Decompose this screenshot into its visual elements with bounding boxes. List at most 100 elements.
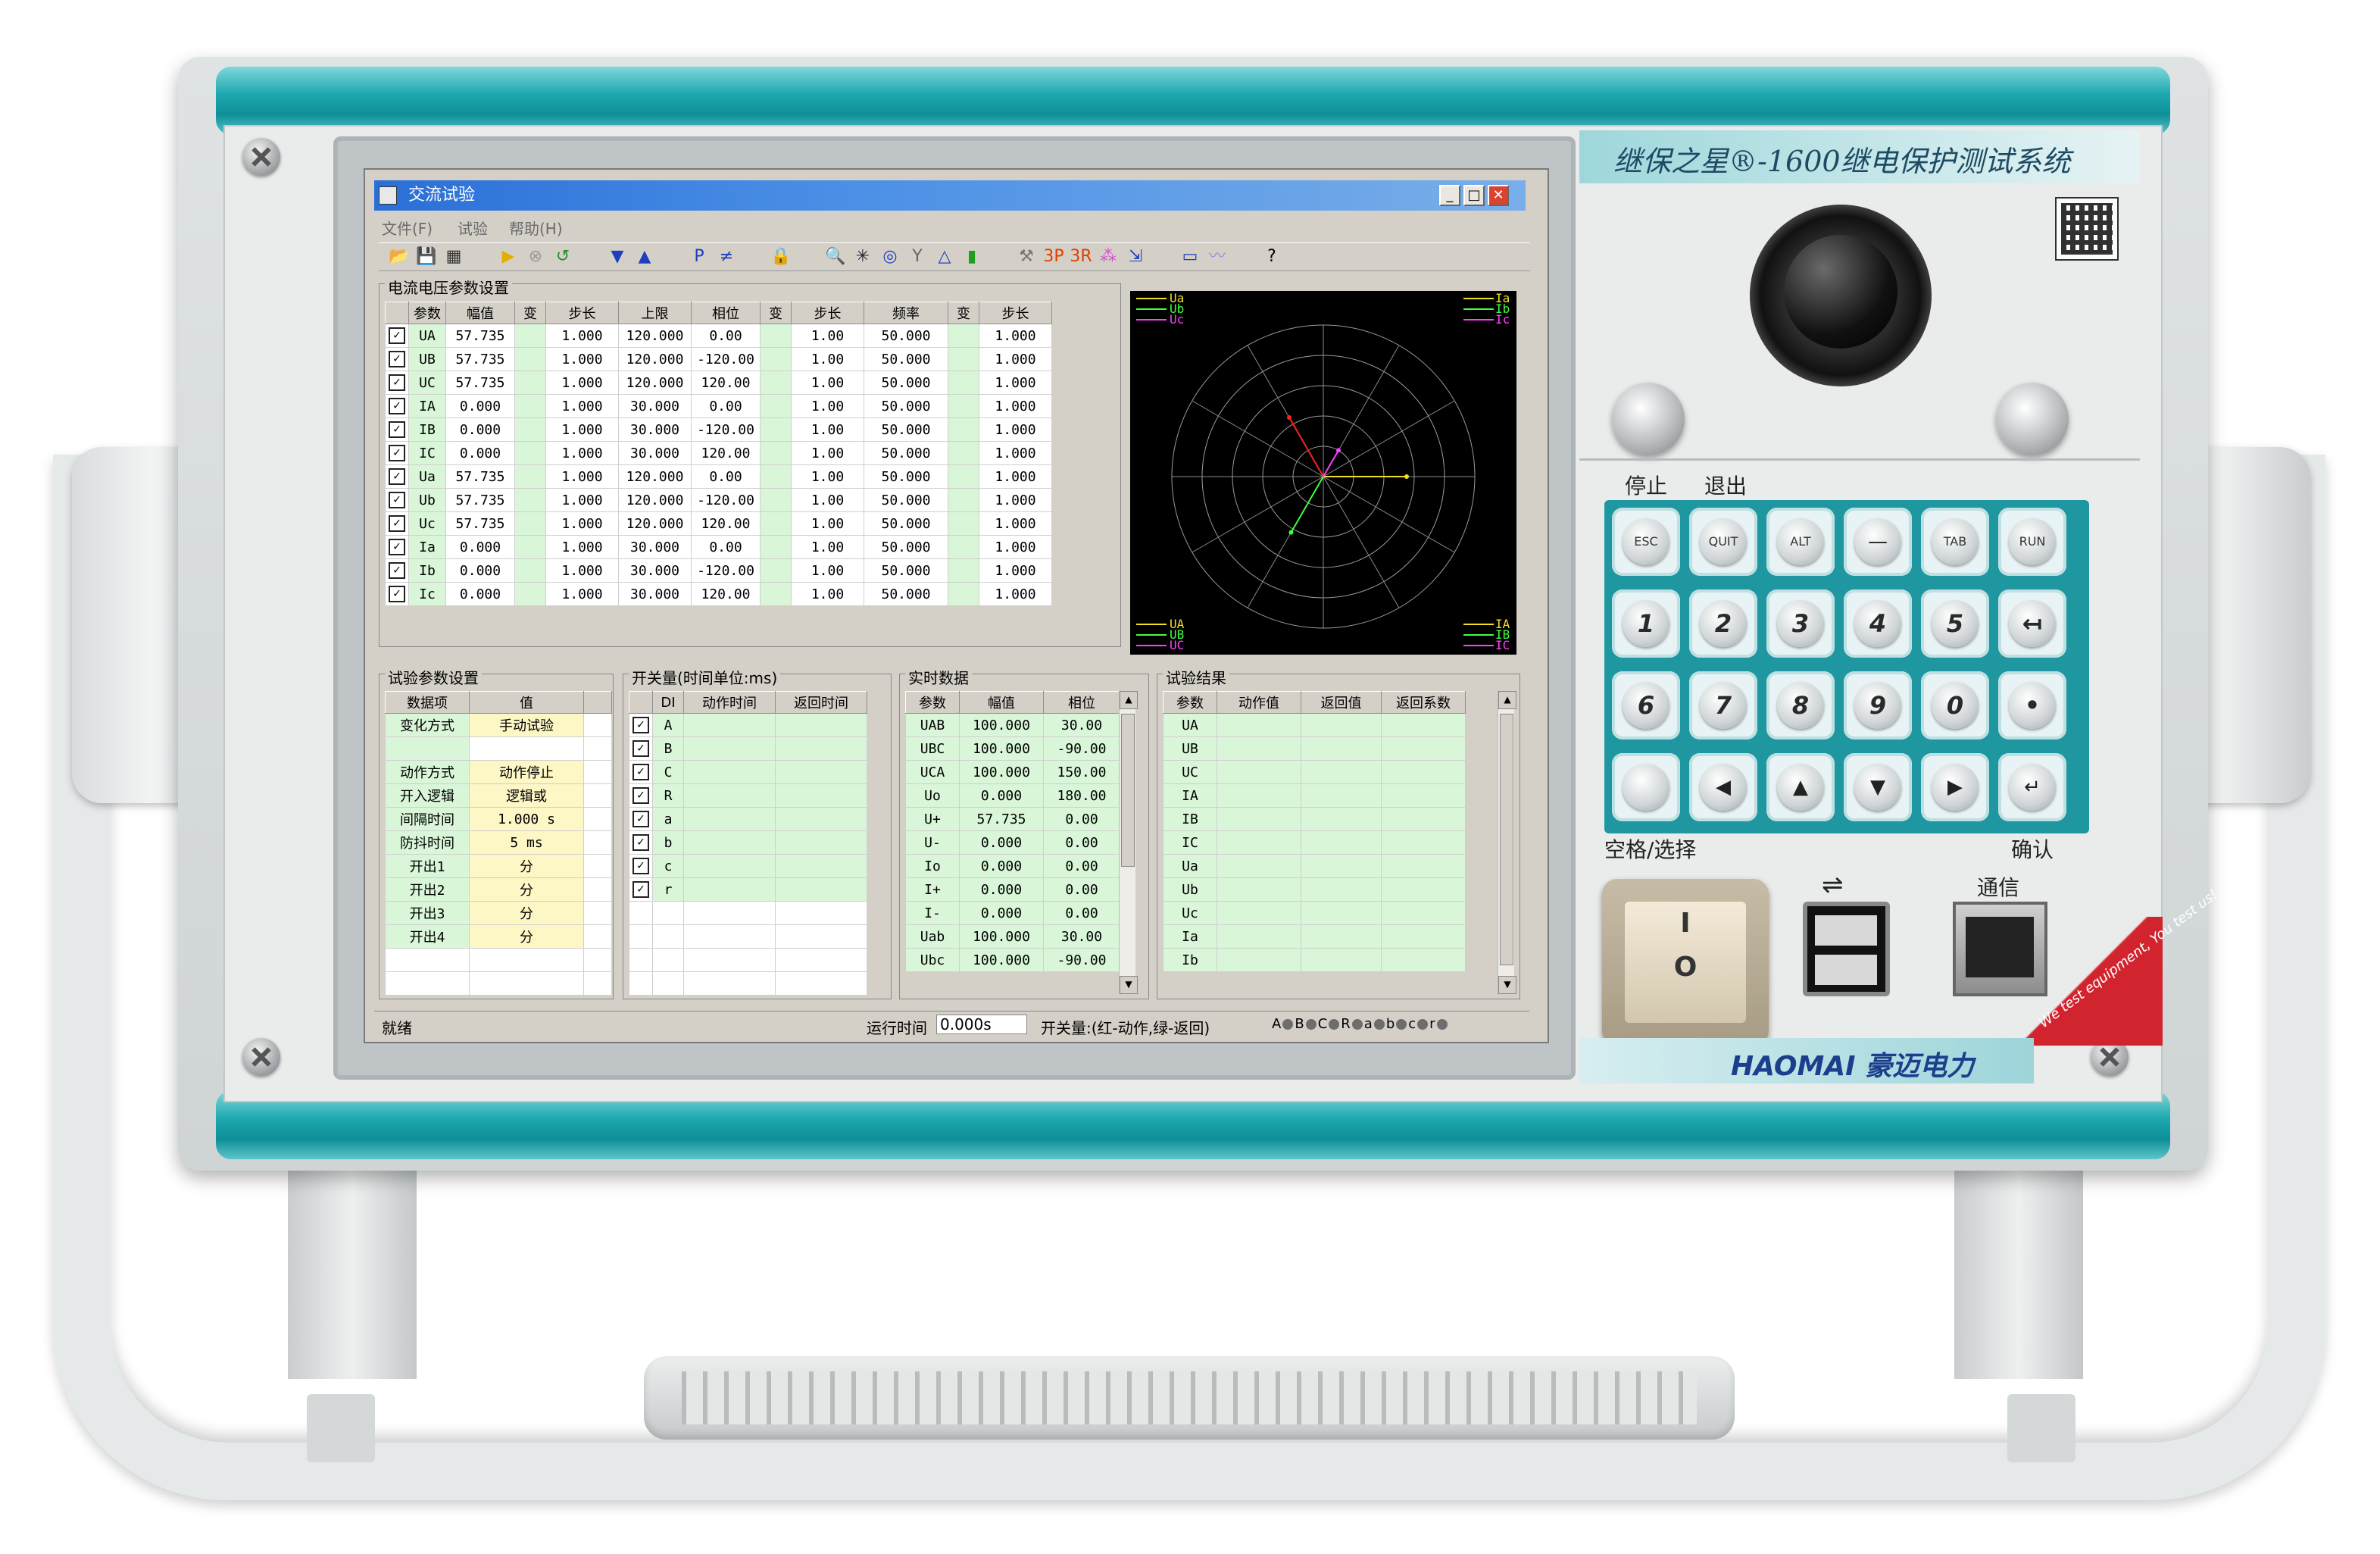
report-icon[interactable]: ▦ xyxy=(441,244,467,270)
vary-flag[interactable] xyxy=(760,441,792,465)
table-row[interactable]: Io 0.000 0.00 xyxy=(905,854,1120,878)
vary-flag[interactable] xyxy=(514,558,546,583)
checkbox-cell[interactable]: ✓ xyxy=(629,760,653,784)
frequency-cell[interactable]: 50.000 xyxy=(864,535,948,559)
key-0[interactable]: 0 xyxy=(1921,671,1989,739)
frequency-cell[interactable]: 50.000 xyxy=(864,417,948,442)
close-button[interactable]: ✕ xyxy=(1488,185,1509,206)
table-row[interactable]: 间隔时间 1.000 s xyxy=(385,807,612,831)
setting-value[interactable]: 分 xyxy=(469,877,584,902)
checkbox-cell[interactable]: ✓ xyxy=(385,394,409,418)
circle-icon[interactable]: ◎ xyxy=(877,244,903,270)
checkbox[interactable]: ✓ xyxy=(632,811,649,827)
checkbox[interactable]: ✓ xyxy=(389,492,405,508)
checkbox-cell[interactable]: ✓ xyxy=(385,371,409,395)
checkbox[interactable]: ✓ xyxy=(632,787,649,804)
up-arrow-key[interactable]: ▲ xyxy=(1766,753,1835,821)
vary-flag[interactable] xyxy=(760,511,792,536)
checkbox[interactable]: ✓ xyxy=(389,398,405,414)
phase-cell[interactable]: -120.00 xyxy=(691,558,761,583)
table-row[interactable]: 开出4 分 xyxy=(385,924,612,949)
bars-icon[interactable]: ▮ xyxy=(959,244,985,270)
frequency-step-cell[interactable]: 1.000 xyxy=(979,347,1052,371)
table-row[interactable]: Uc xyxy=(1163,901,1466,925)
setting-value[interactable]: 逻辑或 xyxy=(469,783,584,808)
vary-flag[interactable] xyxy=(760,417,792,442)
phase-cell[interactable]: 0.00 xyxy=(691,535,761,559)
table-row[interactable]: Ubc 100.000 -90.00 xyxy=(905,948,1120,972)
frequency-cell[interactable]: 50.000 xyxy=(864,464,948,489)
checkbox[interactable]: ✓ xyxy=(389,421,405,438)
maximize-button[interactable]: □ xyxy=(1463,185,1485,206)
key-9[interactable]: 9 xyxy=(1844,671,1912,739)
setting-value[interactable]: 1.000 s xyxy=(469,807,584,831)
phase-step-cell[interactable]: 1.00 xyxy=(791,464,864,489)
vary-flag[interactable] xyxy=(514,417,546,442)
table-row[interactable]: UB xyxy=(1163,736,1466,761)
setting-value[interactable]: 分 xyxy=(469,854,584,878)
frequency-step-cell[interactable]: 1.000 xyxy=(979,371,1052,395)
vary-flag[interactable] xyxy=(760,535,792,559)
table-row[interactable]: ✓ Ub 57.735 1.000 120.000 -120.00 1.00 50.000 1.… xyxy=(385,488,1052,512)
3r-icon[interactable]: 3R xyxy=(1068,244,1094,270)
step-cell[interactable]: 1.000 xyxy=(545,511,619,536)
upper-limit-cell[interactable]: 120.000 xyxy=(618,511,692,536)
menu-file[interactable]: 文件(F) xyxy=(382,217,433,239)
phase-cell[interactable]: -120.00 xyxy=(691,347,761,371)
vary-flag[interactable] xyxy=(948,347,979,371)
amplitude-cell[interactable]: 57.735 xyxy=(445,488,515,512)
alt-key[interactable]: ALT xyxy=(1766,508,1835,576)
frequency-step-cell[interactable]: 1.000 xyxy=(979,511,1052,536)
upper-limit-cell[interactable]: 30.000 xyxy=(618,417,692,442)
not-equal-icon[interactable]: ≠ xyxy=(714,244,739,270)
table-row[interactable]: Ub xyxy=(1163,877,1466,902)
step-up-icon[interactable]: ▲ xyxy=(632,244,657,270)
amplitude-cell[interactable]: 0.000 xyxy=(445,535,515,559)
frequency-step-cell[interactable]: 1.000 xyxy=(979,582,1052,606)
setting-value[interactable]: 分 xyxy=(469,901,584,925)
checkbox-cell[interactable]: ✓ xyxy=(385,417,409,442)
vary-flag[interactable] xyxy=(948,511,979,536)
vary-flag[interactable] xyxy=(514,441,546,465)
upper-limit-cell[interactable]: 30.000 xyxy=(618,394,692,418)
checkbox-cell[interactable]: ✓ xyxy=(385,464,409,489)
phase-cell[interactable]: 120.00 xyxy=(691,511,761,536)
delta-icon[interactable]: △ xyxy=(932,244,957,270)
table-row[interactable]: ✓ Ua 57.735 1.000 120.000 0.00 1.00 50.000 1.000 xyxy=(385,464,1052,489)
vary-flag[interactable] xyxy=(760,324,792,348)
setting-value[interactable]: 分 xyxy=(469,924,584,949)
amplitude-cell[interactable]: 57.735 xyxy=(445,511,515,536)
amplitude-cell[interactable]: 0.000 xyxy=(445,582,515,606)
minus-key[interactable]: — xyxy=(1844,508,1912,576)
phase-step-cell[interactable]: 1.00 xyxy=(791,582,864,606)
y-icon[interactable]: Y xyxy=(904,244,930,270)
right-arrow-key[interactable]: ▶ xyxy=(1921,753,1989,821)
phase-cell[interactable]: -120.00 xyxy=(691,417,761,442)
vary-flag[interactable] xyxy=(760,582,792,606)
esc-key[interactable]: ESC xyxy=(1612,508,1680,576)
frequency-step-cell[interactable]: 1.000 xyxy=(979,324,1052,348)
checkbox[interactable]: ✓ xyxy=(389,351,405,367)
checkbox[interactable]: ✓ xyxy=(632,717,649,733)
checkbox[interactable]: ✓ xyxy=(389,586,405,602)
down-arrow-key[interactable]: ▼ xyxy=(1844,753,1912,821)
window-titlebar[interactable]: 交流试验 xyxy=(374,180,1526,211)
amplitude-cell[interactable]: 57.735 xyxy=(445,464,515,489)
checkbox-cell[interactable]: ✓ xyxy=(629,830,653,855)
help-icon[interactable]: ? xyxy=(1259,244,1285,270)
checkbox-cell[interactable]: ✓ xyxy=(385,582,409,606)
table-row[interactable]: ✓ Ic 0.000 1.000 30.000 120.00 1.00 50.000 1.000 xyxy=(385,582,1052,606)
table-row[interactable]: IC xyxy=(1163,830,1466,855)
table-row[interactable]: ✓ IB 0.000 1.000 30.000 -120.00 1.00 50.000 1.00… xyxy=(385,417,1052,442)
table-row[interactable] xyxy=(385,736,612,761)
frequency-cell[interactable]: 50.000 xyxy=(864,558,948,583)
upper-limit-cell[interactable]: 120.000 xyxy=(618,371,692,395)
export-icon[interactable]: ⇲ xyxy=(1123,244,1148,270)
vary-flag[interactable] xyxy=(514,324,546,348)
vary-flag[interactable] xyxy=(514,511,546,536)
amplitude-cell[interactable]: 57.735 xyxy=(445,371,515,395)
checkbox[interactable]: ✓ xyxy=(632,858,649,874)
key-8[interactable]: 8 xyxy=(1766,671,1835,739)
vary-flag[interactable] xyxy=(514,371,546,395)
upper-limit-cell[interactable]: 30.000 xyxy=(618,558,692,583)
